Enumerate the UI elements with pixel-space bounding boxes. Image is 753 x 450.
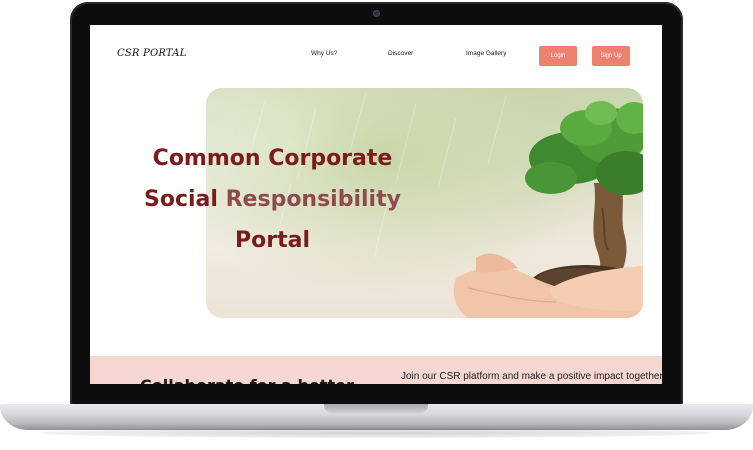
nav-link-image-gallery[interactable]: Image Gallery (466, 50, 506, 57)
hero-title-line-2: Social Responsibility (130, 179, 415, 220)
signup-button[interactable]: Sign Up (592, 46, 630, 66)
hero-title-line-1: Common Corporate (152, 146, 393, 171)
tree-foliage (525, 101, 643, 195)
hero-title-line-3: Portal (235, 228, 310, 253)
brand-logo[interactable]: CSR PORTAL (117, 48, 186, 59)
hero-title-social: Social (144, 187, 226, 212)
laptop-notch (324, 404, 428, 413)
nav-link-discover[interactable]: Discover (388, 50, 413, 57)
webcam-icon (373, 10, 380, 17)
band-heading: Collaborate for a better (140, 376, 354, 384)
hero-title: Common Corporate Social Responsibility P… (130, 138, 415, 261)
browser-screen: CSR PORTAL Why Us? Discover Image Galler… (90, 25, 662, 384)
tree-trunk (593, 183, 627, 280)
top-navigation: CSR PORTAL Why Us? Discover Image Galler… (90, 25, 662, 85)
band-tagline: Join our CSR platform and make a positiv… (401, 371, 662, 382)
laptop-shadow (40, 428, 713, 438)
nav-link-why-us[interactable]: Why Us? (311, 50, 337, 57)
login-button[interactable]: Login (539, 46, 577, 66)
hero-title-responsibility: Responsibility (225, 187, 401, 212)
